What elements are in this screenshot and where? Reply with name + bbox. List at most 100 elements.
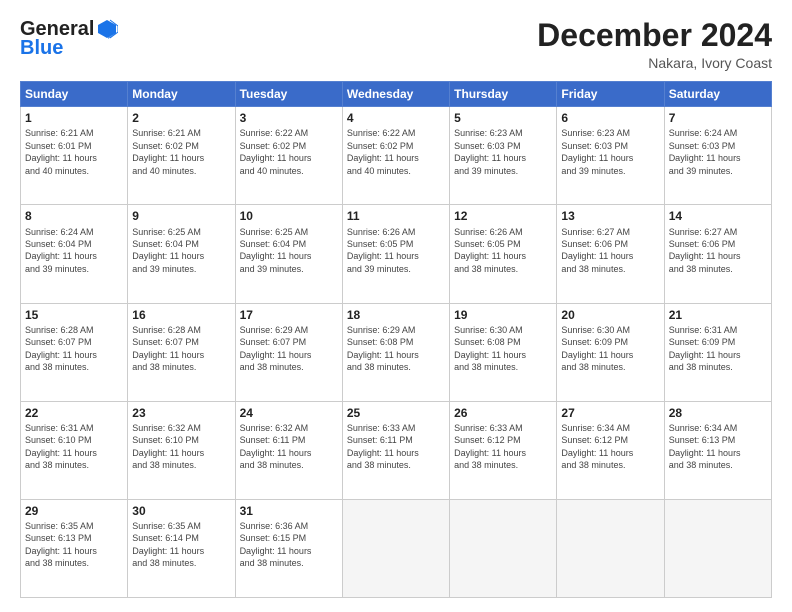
weekday-monday: Monday bbox=[128, 82, 235, 107]
calendar-cell: 12 Sunrise: 6:26 AM Sunset: 6:05 PM Dayli… bbox=[450, 205, 557, 303]
calendar-cell: 16Sunrise: 6:28 AM Sunset: 6:07 PM Dayli… bbox=[128, 303, 235, 401]
calendar-cell: 28Sunrise: 6:34 AM Sunset: 6:13 PM Dayli… bbox=[664, 401, 771, 499]
day-info: Sunrise: 6:25 AM Sunset: 6:04 PM Dayligh… bbox=[132, 226, 230, 276]
day-number: 4 bbox=[347, 110, 445, 126]
day-info: Sunrise: 6:24 AM Sunset: 6:04 PM Dayligh… bbox=[25, 226, 123, 276]
day-number: 10 bbox=[240, 208, 338, 224]
day-info: Sunrise: 6:22 AM Sunset: 6:02 PM Dayligh… bbox=[240, 127, 338, 177]
day-number: 29 bbox=[25, 503, 123, 519]
day-info: Sunrise: 6:26 AM Sunset: 6:05 PM Dayligh… bbox=[347, 226, 445, 276]
day-info: Sunrise: 6:21 AM Sunset: 6:01 PM Dayligh… bbox=[25, 127, 123, 177]
day-number: 20 bbox=[561, 307, 659, 323]
calendar-cell: 19Sunrise: 6:30 AM Sunset: 6:08 PM Dayli… bbox=[450, 303, 557, 401]
logo-blue: Blue bbox=[20, 37, 63, 60]
calendar-cell: 4Sunrise: 6:22 AM Sunset: 6:02 PM Daylig… bbox=[342, 107, 449, 205]
day-number: 28 bbox=[669, 405, 767, 421]
day-number: 21 bbox=[669, 307, 767, 323]
day-info: Sunrise: 6:33 AM Sunset: 6:12 PM Dayligh… bbox=[454, 422, 552, 472]
day-info: Sunrise: 6:26 AM Sunset: 6:05 PM Dayligh… bbox=[454, 226, 552, 276]
day-info: Sunrise: 6:21 AM Sunset: 6:02 PM Dayligh… bbox=[132, 127, 230, 177]
day-number: 18 bbox=[347, 307, 445, 323]
day-number: 1 bbox=[25, 110, 123, 126]
calendar-cell: 20Sunrise: 6:30 AM Sunset: 6:09 PM Dayli… bbox=[557, 303, 664, 401]
day-info: Sunrise: 6:25 AM Sunset: 6:04 PM Dayligh… bbox=[240, 226, 338, 276]
day-number: 24 bbox=[240, 405, 338, 421]
week-row-1: 1Sunrise: 6:21 AM Sunset: 6:01 PM Daylig… bbox=[21, 107, 772, 205]
day-info: Sunrise: 6:31 AM Sunset: 6:10 PM Dayligh… bbox=[25, 422, 123, 472]
day-number: 31 bbox=[240, 503, 338, 519]
calendar-cell: 29Sunrise: 6:35 AM Sunset: 6:13 PM Dayli… bbox=[21, 499, 128, 597]
calendar-cell: 1Sunrise: 6:21 AM Sunset: 6:01 PM Daylig… bbox=[21, 107, 128, 205]
day-number: 6 bbox=[561, 110, 659, 126]
subtitle: Nakara, Ivory Coast bbox=[537, 55, 772, 71]
day-number: 27 bbox=[561, 405, 659, 421]
day-info: Sunrise: 6:32 AM Sunset: 6:10 PM Dayligh… bbox=[132, 422, 230, 472]
calendar-cell: 31Sunrise: 6:36 AM Sunset: 6:15 PM Dayli… bbox=[235, 499, 342, 597]
day-number: 25 bbox=[347, 405, 445, 421]
calendar-cell bbox=[450, 499, 557, 597]
day-number: 22 bbox=[25, 405, 123, 421]
calendar-cell: 26Sunrise: 6:33 AM Sunset: 6:12 PM Dayli… bbox=[450, 401, 557, 499]
weekday-sunday: Sunday bbox=[21, 82, 128, 107]
day-number: 9 bbox=[132, 208, 230, 224]
day-info: Sunrise: 6:23 AM Sunset: 6:03 PM Dayligh… bbox=[454, 127, 552, 177]
day-info: Sunrise: 6:28 AM Sunset: 6:07 PM Dayligh… bbox=[25, 324, 123, 374]
day-info: Sunrise: 6:36 AM Sunset: 6:15 PM Dayligh… bbox=[240, 520, 338, 570]
calendar-cell bbox=[664, 499, 771, 597]
calendar-cell: 21Sunrise: 6:31 AM Sunset: 6:09 PM Dayli… bbox=[664, 303, 771, 401]
day-number: 11 bbox=[347, 208, 445, 224]
calendar-cell: 23Sunrise: 6:32 AM Sunset: 6:10 PM Dayli… bbox=[128, 401, 235, 499]
day-info: Sunrise: 6:27 AM Sunset: 6:06 PM Dayligh… bbox=[669, 226, 767, 276]
weekday-wednesday: Wednesday bbox=[342, 82, 449, 107]
weekday-friday: Friday bbox=[557, 82, 664, 107]
calendar-cell: 15Sunrise: 6:28 AM Sunset: 6:07 PM Dayli… bbox=[21, 303, 128, 401]
day-info: Sunrise: 6:29 AM Sunset: 6:07 PM Dayligh… bbox=[240, 324, 338, 374]
day-info: Sunrise: 6:32 AM Sunset: 6:11 PM Dayligh… bbox=[240, 422, 338, 472]
day-number: 12 bbox=[454, 208, 552, 224]
day-info: Sunrise: 6:30 AM Sunset: 6:08 PM Dayligh… bbox=[454, 324, 552, 374]
header: General Blue December 2024 Nakara, Ivory… bbox=[20, 18, 772, 71]
day-info: Sunrise: 6:23 AM Sunset: 6:03 PM Dayligh… bbox=[561, 127, 659, 177]
day-info: Sunrise: 6:28 AM Sunset: 6:07 PM Dayligh… bbox=[132, 324, 230, 374]
week-row-5: 29Sunrise: 6:35 AM Sunset: 6:13 PM Dayli… bbox=[21, 499, 772, 597]
day-info: Sunrise: 6:34 AM Sunset: 6:13 PM Dayligh… bbox=[669, 422, 767, 472]
page: General Blue December 2024 Nakara, Ivory… bbox=[0, 0, 792, 612]
weekday-saturday: Saturday bbox=[664, 82, 771, 107]
day-info: Sunrise: 6:35 AM Sunset: 6:13 PM Dayligh… bbox=[25, 520, 123, 570]
calendar-cell: 30Sunrise: 6:35 AM Sunset: 6:14 PM Dayli… bbox=[128, 499, 235, 597]
calendar-cell: 14Sunrise: 6:27 AM Sunset: 6:06 PM Dayli… bbox=[664, 205, 771, 303]
calendar-cell bbox=[342, 499, 449, 597]
calendar-cell: 7Sunrise: 6:24 AM Sunset: 6:03 PM Daylig… bbox=[664, 107, 771, 205]
calendar-cell: 8 Sunrise: 6:24 AM Sunset: 6:04 PM Daylig… bbox=[21, 205, 128, 303]
title-block: December 2024 Nakara, Ivory Coast bbox=[537, 18, 772, 71]
calendar-cell: 17Sunrise: 6:29 AM Sunset: 6:07 PM Dayli… bbox=[235, 303, 342, 401]
day-info: Sunrise: 6:29 AM Sunset: 6:08 PM Dayligh… bbox=[347, 324, 445, 374]
day-number: 8 bbox=[25, 208, 123, 224]
day-info: Sunrise: 6:27 AM Sunset: 6:06 PM Dayligh… bbox=[561, 226, 659, 276]
weekday-thursday: Thursday bbox=[450, 82, 557, 107]
calendar-cell: 11 Sunrise: 6:26 AM Sunset: 6:05 PM Dayli… bbox=[342, 205, 449, 303]
main-title: December 2024 bbox=[537, 18, 772, 53]
calendar-cell: 24Sunrise: 6:32 AM Sunset: 6:11 PM Dayli… bbox=[235, 401, 342, 499]
day-number: 5 bbox=[454, 110, 552, 126]
calendar-cell: 18Sunrise: 6:29 AM Sunset: 6:08 PM Dayli… bbox=[342, 303, 449, 401]
day-number: 13 bbox=[561, 208, 659, 224]
day-info: Sunrise: 6:33 AM Sunset: 6:11 PM Dayligh… bbox=[347, 422, 445, 472]
week-row-2: 8 Sunrise: 6:24 AM Sunset: 6:04 PM Daylig… bbox=[21, 205, 772, 303]
calendar-cell: 6Sunrise: 6:23 AM Sunset: 6:03 PM Daylig… bbox=[557, 107, 664, 205]
week-row-3: 15Sunrise: 6:28 AM Sunset: 6:07 PM Dayli… bbox=[21, 303, 772, 401]
day-number: 30 bbox=[132, 503, 230, 519]
day-info: Sunrise: 6:31 AM Sunset: 6:09 PM Dayligh… bbox=[669, 324, 767, 374]
calendar-cell: 2Sunrise: 6:21 AM Sunset: 6:02 PM Daylig… bbox=[128, 107, 235, 205]
day-info: Sunrise: 6:35 AM Sunset: 6:14 PM Dayligh… bbox=[132, 520, 230, 570]
day-number: 2 bbox=[132, 110, 230, 126]
logo-flag-icon bbox=[96, 18, 118, 40]
logo: General Blue bbox=[20, 18, 118, 60]
day-number: 17 bbox=[240, 307, 338, 323]
day-number: 16 bbox=[132, 307, 230, 323]
calendar-cell: 9 Sunrise: 6:25 AM Sunset: 6:04 PM Daylig… bbox=[128, 205, 235, 303]
day-number: 23 bbox=[132, 405, 230, 421]
calendar-cell: 22Sunrise: 6:31 AM Sunset: 6:10 PM Dayli… bbox=[21, 401, 128, 499]
day-number: 19 bbox=[454, 307, 552, 323]
calendar-cell: 13 Sunrise: 6:27 AM Sunset: 6:06 PM Dayli… bbox=[557, 205, 664, 303]
